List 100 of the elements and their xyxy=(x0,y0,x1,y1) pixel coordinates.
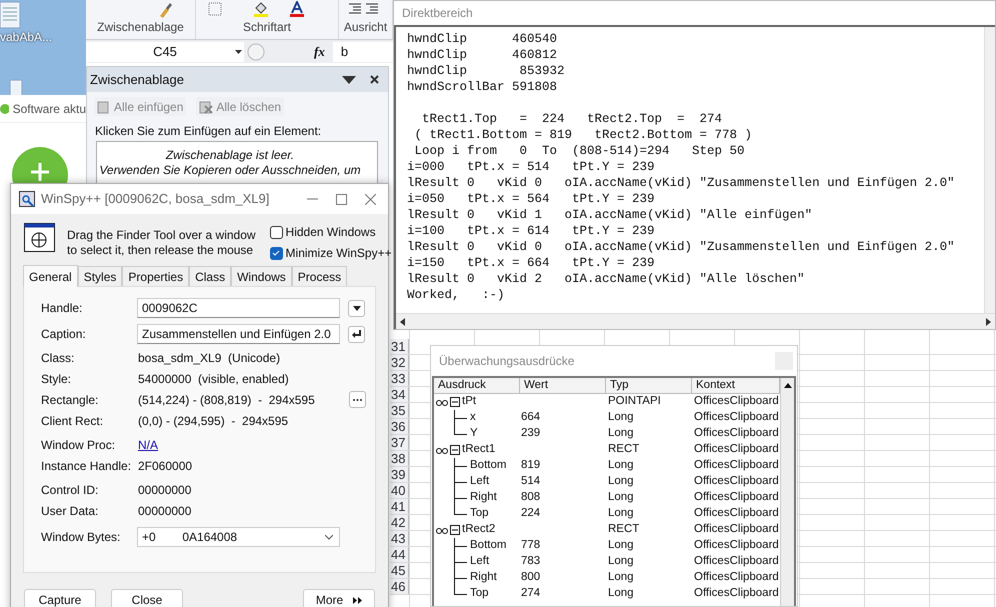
vertical-scrollbar[interactable] xyxy=(984,27,995,313)
formula-field[interactable]: b xyxy=(332,42,393,62)
watch-expression: Top xyxy=(470,586,489,602)
dropdown-field[interactable]: +0 0A164008 xyxy=(137,527,340,547)
column-header[interactable]: Wert xyxy=(520,378,606,394)
glasses-icon xyxy=(436,398,448,406)
dropdown-button[interactable] xyxy=(348,300,365,316)
column-header[interactable]: Typ xyxy=(606,378,692,394)
collapse-icon[interactable] xyxy=(450,445,460,455)
row-header[interactable]: 41 xyxy=(390,499,409,514)
watch-context: OfficesClipboard xyxy=(693,394,780,410)
watch-value: 514 xyxy=(520,474,542,490)
indent-icon xyxy=(349,3,379,15)
instruction-text: Klicken Sie zum Einfügen auf ein Element: xyxy=(95,123,322,140)
field-value: 54000000 (visible, enabled) xyxy=(138,370,290,388)
close-icon[interactable] xyxy=(365,194,376,204)
watch-context: OfficesClipboard xyxy=(693,506,780,522)
cloud-icon xyxy=(0,104,9,114)
row-header[interactable]: 37 xyxy=(390,435,409,450)
row-header[interactable]: 31 xyxy=(390,339,409,354)
double-arrow-icon xyxy=(353,596,362,604)
checkbox[interactable] xyxy=(270,246,283,260)
row-header[interactable]: 42 xyxy=(390,515,409,530)
tab[interactable]: Windows xyxy=(231,266,292,286)
field-label: Rectangle: xyxy=(41,392,100,408)
enter-icon xyxy=(352,330,362,338)
document-icon xyxy=(10,80,22,96)
checkmark-icon xyxy=(272,250,280,256)
more-button[interactable] xyxy=(349,391,366,408)
row-header[interactable]: 38 xyxy=(390,451,409,466)
watch-type: POINTAPI xyxy=(607,394,662,410)
checkbox-label: Hidden Windows xyxy=(286,224,376,241)
dialog-button[interactable]: Close xyxy=(111,589,183,607)
column-header[interactable]: Ausdruck xyxy=(434,378,520,394)
row-header[interactable]: 39 xyxy=(390,467,409,482)
name-box[interactable]: C45 xyxy=(86,42,244,62)
output-line: hwndClip 853932 xyxy=(407,63,565,79)
watch-context: OfficesClipboard xyxy=(693,442,780,458)
horizontal-scrollbar[interactable] xyxy=(396,313,995,329)
watch-context: OfficesClipboard xyxy=(693,474,780,490)
tab[interactable]: Properties xyxy=(122,266,190,286)
text-field[interactable]: 0009062C xyxy=(137,298,340,318)
vertical-scrollbar[interactable] xyxy=(780,378,794,606)
tab[interactable]: Styles xyxy=(78,266,122,286)
watch-context: OfficesClipboard xyxy=(693,586,780,602)
row-header[interactable]: 32 xyxy=(390,355,409,370)
watch-expression: Right xyxy=(470,570,497,586)
watch-value: 664 xyxy=(520,410,542,426)
finder-tool-icon[interactable] xyxy=(24,223,55,252)
minimize-icon[interactable] xyxy=(307,198,318,200)
scroll-left-icon xyxy=(400,318,405,326)
row-header[interactable]: 44 xyxy=(390,547,409,562)
dialog-button[interactable]: Capture xyxy=(24,589,96,607)
row-header[interactable]: 46 xyxy=(390,579,409,594)
popup-title: Software aktu xyxy=(12,100,86,118)
maximize-icon[interactable] xyxy=(336,194,347,204)
link[interactable]: N/A xyxy=(138,436,158,454)
watch-value: 224 xyxy=(520,506,542,522)
close-icon[interactable] xyxy=(370,75,379,84)
output-line: i=100 tPt.x = 614 tPt.Y = 239 xyxy=(407,223,655,239)
insert-function-button[interactable]: fx xyxy=(314,42,325,62)
watch-value: 239 xyxy=(520,426,542,442)
output-line: lResult 0 vKid 0 oIA.accName(vKid) "Zusammenstellen und Einfügen 2.0" xyxy=(407,175,955,191)
row-header[interactable]: 36 xyxy=(390,419,409,434)
tree-branch-line xyxy=(454,554,467,570)
watch-value: 819 xyxy=(520,458,542,474)
tab[interactable]: General xyxy=(23,265,78,287)
checkbox[interactable] xyxy=(270,226,283,238)
watch-type: RECT xyxy=(607,522,640,538)
output-line: tRect1.Top = 224 tRect2.Top = 274 xyxy=(421,111,722,127)
collapse-icon[interactable] xyxy=(450,397,460,407)
field-value: 00000000 xyxy=(138,482,192,498)
tree-branch-line xyxy=(454,538,467,554)
field-label: Style: xyxy=(41,370,72,388)
tab[interactable]: Process xyxy=(292,266,348,286)
watch-context: OfficesClipboard xyxy=(693,554,780,570)
pane-title: Zwischenablage xyxy=(90,70,185,89)
watch-context: OfficesClipboard xyxy=(693,490,780,506)
tab[interactable]: Class xyxy=(189,266,232,286)
watch-value: 808 xyxy=(520,490,542,506)
output-line: i=150 tPt.x = 664 tPt.Y = 239 xyxy=(407,255,655,271)
collapse-icon[interactable] xyxy=(450,525,460,535)
chevron-down-icon xyxy=(325,534,333,540)
row-header[interactable]: 34 xyxy=(390,387,409,402)
apply-button[interactable] xyxy=(348,326,365,342)
field-label: Window Proc: xyxy=(41,436,116,454)
text-field[interactable]: Zusammenstellen und Einfügen 2.0 xyxy=(137,324,340,344)
app-icon xyxy=(19,191,35,207)
field-value: (514,224) - (808,819) - 294x595 xyxy=(138,392,316,408)
clear-icon xyxy=(199,100,214,114)
row-header[interactable]: 43 xyxy=(390,531,409,546)
row-header[interactable]: 40 xyxy=(390,483,409,498)
font-color-icon xyxy=(289,1,305,17)
pane-menu-icon[interactable] xyxy=(342,76,356,84)
row-header[interactable]: 45 xyxy=(390,563,409,578)
empty-message: Zwischenablage ist leer. xyxy=(164,148,296,163)
row-header[interactable]: 33 xyxy=(390,371,409,386)
row-header[interactable]: 35 xyxy=(390,403,409,418)
glasses-icon xyxy=(436,446,448,454)
more-button[interactable]: More xyxy=(303,589,375,607)
